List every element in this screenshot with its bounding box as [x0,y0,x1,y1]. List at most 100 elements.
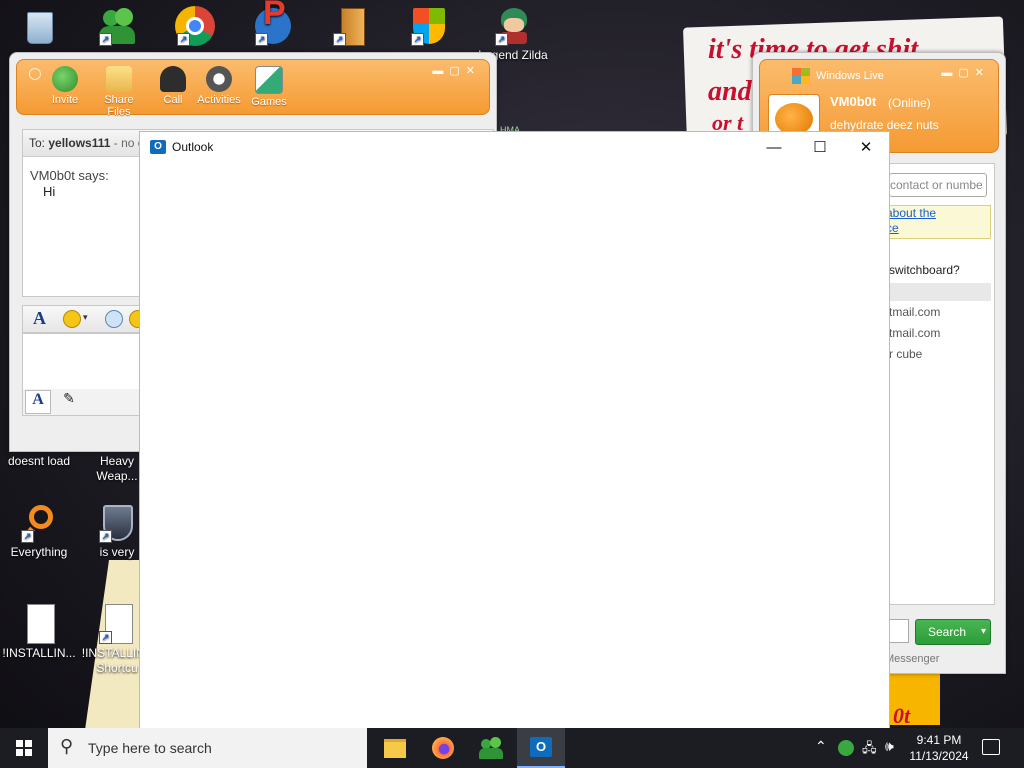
text-file-icon: ↗ [97,604,137,644]
contact-item[interactable]: tmail.com [889,326,940,340]
activities-button[interactable]: Activities [193,66,245,106]
installing-desktop-icon[interactable]: !INSTALLIN... [0,604,78,661]
invite-button[interactable]: Invite [39,66,91,106]
chrome-icon: ↗ [175,6,215,46]
search-icon: ⚲ [60,736,74,756]
outlook-icon: O [530,737,552,757]
start-button[interactable] [0,728,48,768]
shortcut-arrow-icon: ↗ [495,33,508,46]
games-icon [255,66,283,94]
chrome-desktop-icon[interactable]: ↗ [156,6,234,48]
message-text: Hi [43,184,56,199]
info-link-2[interactable]: ce [886,221,990,236]
search-dropdown-icon[interactable]: ▾ [981,620,986,644]
messenger-people-icon: ↗ [97,6,137,46]
clock[interactable]: 9:41 PM 11/13/2024 [906,732,972,764]
close-button[interactable]: ✕ [843,132,889,162]
wallpaper-text-line2: and [708,76,752,107]
outlook-window: O Outlook — ☐ ✕ [139,131,890,730]
group-header[interactable] [889,283,991,301]
font-icon[interactable]: A [33,308,46,329]
recycle-bin-desktop-icon[interactable] [0,6,78,48]
switchboard-question: switchboard? [889,263,960,277]
chat-minimize-icon[interactable]: ▬ [432,65,449,77]
emoticon-icon[interactable] [63,310,81,328]
games-button[interactable]: Games [243,66,295,108]
shortcut-arrow-icon: ↗ [99,530,112,543]
voice-clip-icon[interactable] [105,310,123,328]
minimize-button[interactable]: — [751,132,797,162]
search-button[interactable]: Search ▾ [915,619,991,645]
username[interactable]: VM0b0t [830,94,876,109]
firefox-icon [432,737,454,759]
outlook-icon: O [150,140,166,154]
app-door-desktop-icon[interactable]: ↗ [312,6,390,48]
shortcut-arrow-icon: ↗ [99,33,112,46]
messenger-people-icon [479,737,503,759]
taskbar-outlook[interactable]: O [517,728,565,768]
chat-window-controls: ▬▢✕ [432,64,481,77]
to-contact[interactable]: yellows111 [48,136,110,150]
windows-live-logo-icon [792,68,810,84]
outlook-title-bar: O Outlook — ☐ ✕ [140,132,889,162]
clock-date: 11/13/2024 [909,749,969,763]
taskbar: ⚲ Type here to search O ⌃ 🖧 🕪 9:41 PM 11… [0,728,1024,768]
info-banner: about the ce [885,205,991,239]
doesnt-load-desktop-icon[interactable]: doesnt load [0,454,78,469]
shortcut-arrow-icon: ↗ [411,33,424,46]
contacts-window-title: Windows Live [816,70,884,82]
personal-message[interactable]: dehydrate deez nuts [830,118,939,132]
notification-icon[interactable] [982,739,1000,755]
messenger-desktop-icon[interactable]: ↗ [78,6,156,48]
network-icon[interactable]: 🖧 [862,739,877,761]
volume-icon[interactable]: 🕪 [885,738,894,755]
door-icon: ↗ [331,6,371,46]
app-p-desktop-icon[interactable]: P ↗ [234,0,312,48]
contact-item[interactable]: r cube [889,347,922,361]
shortcut-arrow-icon: ↗ [21,530,34,543]
everything-desktop-icon[interactable]: ↗ Everything [0,503,78,560]
folder-icon [106,66,132,92]
windows-shield-icon: ↗ [409,6,449,46]
taskbar-file-explorer[interactable] [371,728,419,768]
messenger-tray-icon[interactable] [838,740,854,756]
online-status[interactable]: (Online) [888,96,931,110]
everything-magnifier-icon: ↗ [19,503,59,543]
clock-time: 9:41 PM [916,733,962,747]
messenger-footer: Messenger [885,653,940,665]
taskbar-messenger[interactable] [467,728,515,768]
share-files-button[interactable]: Share Files [93,66,145,118]
find-contact-input[interactable]: contact or numbe [889,173,987,197]
recycle-bin-icon [19,6,59,46]
message-sender: VM0b0t says: [30,168,109,183]
contact-item[interactable]: tmail.com [889,305,940,319]
handwriting-mode-icon[interactable]: ✎ [57,390,81,412]
contacts-minimize-icon[interactable]: ▬ [941,67,958,79]
shortcut-arrow-icon: ↗ [333,33,346,46]
shield-badge-icon: ↗ [97,503,137,543]
chat-close-icon[interactable]: ✕ [466,65,481,77]
shortcut-arrow-icon: ↗ [99,631,112,644]
show-hidden-icons[interactable]: ⌃ [815,738,827,755]
contacts-close-icon[interactable]: ✕ [975,67,990,79]
emoticon-dropdown-icon[interactable]: ▾ [83,312,88,323]
taskbar-firefox[interactable] [419,728,467,768]
outlook-title: Outlook [172,140,214,154]
folder-icon [384,738,406,758]
phone-icon [160,66,186,92]
wallpaper-fragment: 0t [893,703,911,728]
maximize-button[interactable]: ☐ [797,132,843,162]
p-letter-icon: P ↗ [253,0,293,46]
taskbar-search-box[interactable]: ⚲ Type here to search [48,728,367,768]
info-link-1[interactable]: about the [886,206,990,221]
windows-logo-icon [16,740,32,756]
chat-maximize-icon[interactable]: ▢ [449,65,465,77]
call-button[interactable]: Call [147,66,199,106]
contacts-maximize-icon[interactable]: ▢ [958,67,974,79]
invite-icon [52,66,78,92]
text-mode-icon[interactable]: A [25,390,51,414]
web-search-input[interactable] [889,619,909,643]
shortcut-arrow-icon: ↗ [177,33,190,46]
text-file-icon [19,604,59,644]
shield-desktop-icon[interactable]: ↗ [390,6,468,48]
